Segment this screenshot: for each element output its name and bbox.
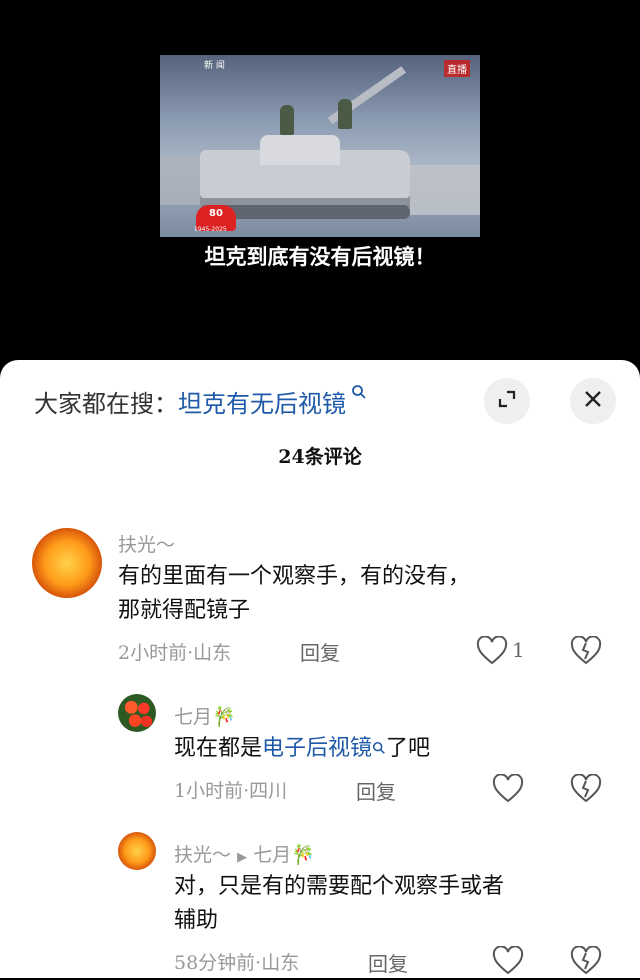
avatar[interactable]: [118, 832, 156, 870]
reply-arrow-icon: ▶: [237, 850, 248, 865]
comment-time-location: 1小时前·四川: [174, 780, 288, 802]
comment-text-line: 对，只是有的需要配个观察手或者: [174, 874, 505, 899]
live-badge: 直播: [444, 60, 470, 77]
close-button[interactable]: [570, 378, 616, 424]
comment-time-location: 58分钟前·山东: [174, 952, 300, 974]
dislike-icon[interactable]: [570, 635, 602, 670]
dislike-icon[interactable]: [570, 945, 602, 980]
comment-text[interactable]: 现在都是电子后视镜 了吧: [174, 732, 430, 766]
expand-button[interactable]: [484, 378, 530, 424]
comment-text-line: 辅助: [174, 908, 219, 933]
like-icon[interactable]: [476, 635, 508, 670]
close-icon: [583, 389, 603, 413]
search-term-link[interactable]: 坦克有无后视镜: [178, 390, 346, 418]
video-caption: 坦克到底有没有后视镜！: [204, 245, 436, 269]
suggested-search[interactable]: 大家都在搜：坦克有无后视镜: [34, 384, 367, 419]
search-keyword-link[interactable]: 电子后视镜: [262, 736, 372, 761]
comment-username[interactable]: 七月🎋: [174, 702, 236, 729]
comment-time-location: 2小时前·山东: [118, 642, 232, 664]
avatar[interactable]: [32, 528, 102, 598]
reply-button[interactable]: 回复: [368, 948, 408, 977]
search-icon: [346, 385, 367, 404]
search-icon: [372, 736, 386, 761]
video-thumbnail[interactable]: 新 闻 直播 80 1945-2025: [160, 55, 480, 237]
comment-sheet: 大家都在搜：坦克有无后视镜 24条评论 扶光～ 有的里面有一个观察手，有的没有，…: [0, 360, 640, 978]
comment-text[interactable]: 对，只是有的需要配个观察手或者 辅助: [174, 870, 504, 938]
avatar[interactable]: [118, 694, 156, 732]
comment-text-line: 有的里面有一个观察手，有的没有，: [118, 564, 471, 589]
dislike-icon[interactable]: [570, 773, 602, 808]
comment-text-segment: 现在都是: [174, 736, 263, 761]
reply-to-username[interactable]: 七月🎋: [253, 844, 315, 866]
like-icon[interactable]: [492, 773, 524, 808]
search-prefix: 大家都在搜：: [34, 390, 178, 418]
tank-turret: [260, 135, 340, 165]
comment-username[interactable]: 扶光～: [118, 530, 175, 557]
comment-text-line: 那就得配镜子: [118, 598, 251, 623]
soldier: [280, 105, 294, 135]
comment-username-row: 扶光～ ▶ 七月🎋: [174, 840, 315, 867]
comment-text-segment: 了吧: [386, 736, 431, 761]
reply-button[interactable]: 回复: [300, 637, 340, 666]
video-area[interactable]: 新 闻 直播 80 1945-2025 坦克到底有没有后视镜！: [0, 0, 640, 370]
anniversary-years: 1945-2025: [194, 226, 227, 233]
like-count: 1: [512, 638, 525, 662]
comment-username[interactable]: 扶光～: [174, 844, 231, 866]
channel-label: 新 闻: [204, 61, 225, 71]
like-icon[interactable]: [492, 945, 524, 980]
soldier: [338, 99, 352, 129]
comment-count: 24条评论: [278, 446, 362, 468]
reply-button[interactable]: 回复: [356, 776, 396, 805]
comment-text[interactable]: 有的里面有一个观察手，有的没有， 那就得配镜子: [118, 560, 470, 628]
expand-icon: [496, 388, 518, 414]
